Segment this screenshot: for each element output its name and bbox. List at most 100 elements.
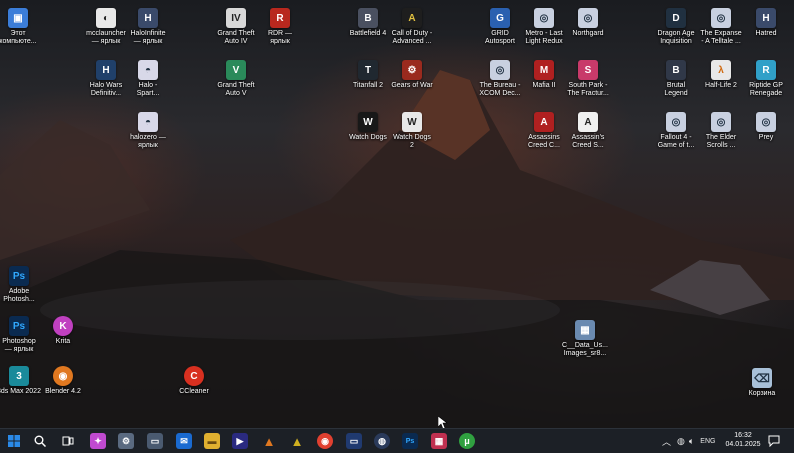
the-bureau-icon: ◎ [490,60,510,80]
desktop-icon-label: Watch Dogs [349,134,387,141]
copilot-icon[interactable]: ✦ [90,433,106,449]
desktop-icon-blender[interactable]: ◉ Blender 4.2 [39,366,87,396]
desktop-icon-gears-of-war[interactable]: ⚙ Gears of War [388,60,436,90]
task-view-icon[interactable] [60,433,76,449]
assassins-creed-s-icon: A [578,112,598,132]
desktop-icon-adobe-photoshop[interactable]: Ps Adobe Photosh... [0,266,43,304]
file-explorer-icon[interactable]: ▬ [204,433,220,449]
titanfall2-icon: T [358,60,378,80]
photoshop-taskbar-icon[interactable]: Ps [402,433,418,449]
desktop-icon-this-pc[interactable]: ▣ Этот компьюте... [0,8,42,46]
desktop-icon-label: Battlefield 4 [349,30,387,37]
gears-of-war-icon: ⚙ [402,60,422,80]
volume-icon[interactable]: 🔈︎ [689,436,694,447]
desktop-icon-watch-dogs[interactable]: W Watch Dogs [344,112,392,142]
desktop-icon-titanfall2[interactable]: T Titanfall 2 [344,60,392,90]
desktop-icon-3ds-max[interactable]: 3 3ds Max 2022 [0,366,43,396]
desktop-icon-halozero[interactable]: ◓ halozero — ярлык [124,112,172,150]
torrent-icon[interactable]: μ [459,433,475,449]
desktop-icon-label: Half-Life 2 [705,82,737,89]
desktop-icon-label: Assassins Creed C... [528,134,560,149]
media-player-icon[interactable]: ▶ [232,433,248,449]
settings-icon[interactable]: ⚙ [118,433,134,449]
desktop-icon-metro[interactable]: ◎ Metro - Last Light Redux [520,8,568,46]
desktop-icon-label: Northgard [572,30,604,37]
mail-icon[interactable]: ✉ [176,433,192,449]
language-indicator[interactable]: ENG [700,438,715,445]
desktop-icon-image-file[interactable]: ▦ C__Data_Us... Images_sr8... [561,320,609,358]
desktop-icon-dragon-age[interactable]: D Dragon Age Inquisition [652,8,700,46]
desktop-icon-label: Call of Duty - Advanced ... [391,30,433,45]
desktop-icon-halo-spartan[interactable]: ◓ Halo - Spart... [124,60,172,98]
desktop-icon-assassins-creed-s[interactable]: A Assassin's Creed S... [564,112,612,150]
desktop-icon-grid-autosport[interactable]: G GRID Autosport [476,8,524,46]
desktop-icon-brutal-legend[interactable]: B Brutal Legend [652,60,700,98]
desktop-icon-call-of-duty[interactable]: A Call of Duty - Advanced ... [388,8,436,46]
chevron-up-icon[interactable]: ︿ [662,435,671,448]
desktop-icon-rdr[interactable]: R RDR — ярлык [256,8,304,46]
windows-start-icon[interactable] [6,433,22,449]
dragon-age-icon: D [666,8,686,28]
desktop-icon-krita[interactable]: K Krita [39,316,87,346]
notification-icon[interactable] [766,433,782,449]
chrome-icon[interactable]: ◉ [317,433,333,449]
clock-time: 16:32 [734,432,752,439]
grid-autosport-icon: G [490,8,510,28]
desktop-icon-battlefield4[interactable]: B Battlefield 4 [344,8,392,38]
desktop-icon-photoshop-shortcut[interactable]: Ps Photoshop — ярлык [0,316,43,354]
desktop-icon-prey[interactable]: ◎ Prey [742,112,790,142]
window-app-icon[interactable]: ▭ [147,433,163,449]
desktop-icon-northgard[interactable]: ◎ Northgard [564,8,612,38]
metro-icon: ◎ [534,8,554,28]
watch-dogs-icon: W [358,112,378,132]
photoshop-icon: Ps [9,266,29,286]
desktop-icon-label: HaloInfinite — ярлык [130,30,166,45]
desktop-icon-label: Photoshop — ярлык [2,338,36,353]
globe-icon[interactable]: ◍ [677,436,685,447]
halozero-icon: ◓ [138,112,158,132]
desktop-icon-fallout4[interactable]: ◎ Fallout 4 - Game of t... [652,112,700,150]
desktop-icon-ccleaner[interactable]: C CCleaner [170,366,218,396]
search-icon[interactable] [32,433,48,449]
desktop-icon-half-life2[interactable]: λ Half-Life 2 [697,60,745,90]
monitor-app-icon[interactable]: ▭ [346,433,362,449]
desktop-icon-watch-dogs2[interactable]: W Watch Dogs 2 [388,112,436,150]
desktop-icon-label: Hatred [755,30,777,37]
assassins-creed-icon: A [534,112,554,132]
photoshop-shortcut-icon: Ps [9,316,29,336]
desktop-icon-riptide-gp[interactable]: R Riptide GP Renegade [742,60,790,98]
clock-date: 04.01.2025 [725,441,761,448]
desktop-icon-assassins-creed[interactable]: A Assassins Creed C... [520,112,568,150]
desktop[interactable]: ▣ Этот компьюте... ◐ mcclauncher — ярлык… [0,0,794,428]
desktop-icon-the-bureau[interactable]: ◎ The Bureau - XCOM Dec... [476,60,524,98]
grid-app-icon[interactable]: ▦ [431,433,447,449]
desktop-icon-label: The Bureau - XCOM Dec... [479,82,521,97]
desktop-icon-label: Grand Theft Auto V [217,82,255,97]
desktop-icon-mafia2[interactable]: M Mafia II [520,60,568,90]
clock[interactable]: 16:32 04.01.2025 [723,431,763,449]
triangle-app-icon[interactable]: ▲ [289,433,305,449]
steam-icon[interactable]: ◍ [374,433,390,449]
desktop-icon-elder-scrolls[interactable]: ◎ The Elder Scrolls ... [697,112,745,150]
desktop-icon-label: Krita [55,338,71,345]
desktop-icon-mcclauncher[interactable]: ◐ mcclauncher — ярлык [82,8,130,46]
desktop-icon-gta4[interactable]: IV Grand Theft Auto IV [212,8,260,46]
desktop-icon-label: C__Data_Us... Images_sr8... [562,342,608,357]
desktop-icon-recycle-bin[interactable]: ⌫ Корзина [738,368,786,398]
desktop-icon-the-expanse[interactable]: ◎ The Expanse - A Telltale ... [697,8,745,46]
3ds-max-icon: 3 [9,366,29,386]
desktop-icon-label: mcclauncher — ярлык [86,30,126,45]
blender-icon: ◉ [53,366,73,386]
desktop-icon-gta5[interactable]: V Grand Theft Auto V [212,60,260,98]
desktop-icon-label: 3ds Max 2022 [0,388,41,395]
desktop-icon-halo-wars[interactable]: H Halo Wars Definitiv... [82,60,130,98]
desktop-icon-label: Fallout 4 - Game of t... [657,134,695,149]
desktop-icon-label: CCleaner [179,388,209,395]
desktop-icon-hatred[interactable]: H Hatred [742,8,790,38]
desktop-icon-label: Halo - Spart... [136,82,160,97]
desktop-icon-south-park[interactable]: S South Park - The Fractur... [564,60,612,98]
riptide-gp-icon: R [756,60,776,80]
desktop-icon-label: Корзина [748,390,776,397]
vlc-icon[interactable]: ▲ [261,433,277,449]
desktop-icon-haloinfinite[interactable]: H HaloInfinite — ярлык [124,8,172,46]
